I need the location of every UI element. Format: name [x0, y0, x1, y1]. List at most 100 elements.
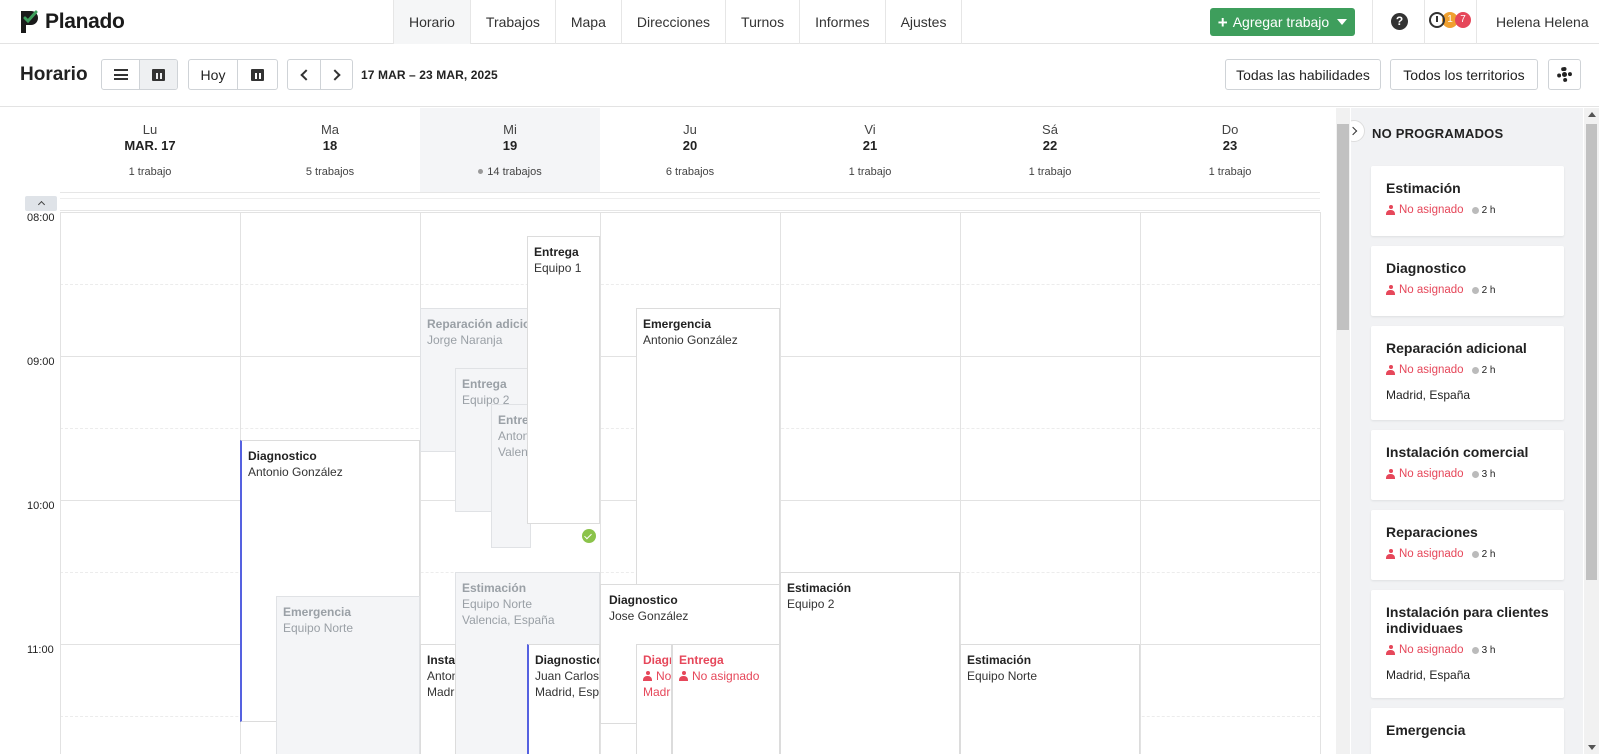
- card-assignee: No asignado: [1399, 548, 1464, 560]
- card-assignee: No asignado: [1399, 644, 1464, 656]
- card-duration: 2 h: [1472, 205, 1496, 216]
- job-assignee-text: No asignado: [656, 669, 672, 683]
- user-menu[interactable]: Helena Helena: [1496, 14, 1589, 30]
- day-number: 18: [322, 138, 338, 153]
- person-icon: [1386, 365, 1395, 375]
- unscheduled-title: NO PROGRAMADOS: [1372, 126, 1504, 141]
- tab-mapa[interactable]: Mapa: [556, 0, 622, 44]
- collapse-all-day-button[interactable]: [25, 196, 57, 211]
- day-job-count[interactable]: 1 trabajo: [780, 166, 960, 178]
- card-title: Instalación comercial: [1386, 444, 1529, 460]
- day-job-count[interactable]: 14 trabajos: [420, 166, 600, 178]
- scrollbar-thumb[interactable]: [1337, 124, 1349, 330]
- job-card[interactable]: Entrega Equipo 1: [527, 236, 600, 524]
- unscheduled-job-card[interactable]: Estimación No asignado 2 h: [1371, 166, 1564, 236]
- next-week-button[interactable]: [321, 60, 352, 89]
- column-line: [60, 212, 61, 754]
- unscheduled-job-card[interactable]: Reparaciones No asignado 2 h: [1371, 510, 1564, 580]
- card-title: Reparaciones: [1386, 524, 1478, 540]
- job-card[interactable]: Estimación Equipo Norte: [960, 644, 1140, 754]
- job-location: Madrid, España: [643, 685, 671, 699]
- unscheduled-panel: NO PROGRAMADOS Estimación No asignado 2 h…: [1351, 108, 1583, 754]
- time-grid: 08:00 09:00 10:00 11:00 Reparación adici…: [0, 212, 1321, 754]
- logo[interactable]: Planado: [18, 8, 125, 36]
- tab-turnos[interactable]: Turnos: [726, 0, 801, 44]
- previous-week-button[interactable]: [288, 60, 321, 89]
- day-header-thursday: Ju 20 6 trabajos: [600, 108, 780, 192]
- settings-button[interactable]: [1548, 59, 1581, 90]
- tab-horario[interactable]: Horario: [394, 0, 471, 44]
- help-icon[interactable]: ?: [1391, 13, 1408, 30]
- day-header-tuesday: Ma 18 5 trabajos: [240, 108, 420, 192]
- half-hour-line: [60, 284, 1320, 285]
- card-duration: 3 h: [1472, 469, 1496, 480]
- person-icon: [1386, 645, 1395, 655]
- card-duration: 3 h: [1472, 645, 1496, 656]
- unscheduled-job-card[interactable]: Reparación adicional No asignado 2 h Madr…: [1371, 326, 1564, 420]
- chevron-right-icon: [1351, 126, 1357, 136]
- unscheduled-job-card[interactable]: Diagnostico No asignado 2 h: [1371, 246, 1564, 316]
- card-location: Madrid, España: [1386, 668, 1471, 682]
- day-header-sunday: Do 23 1 trabajo: [1140, 108, 1320, 192]
- job-card[interactable]: Emergencia Antonio González: [636, 308, 780, 596]
- card-title: Reparación adicional: [1386, 340, 1527, 356]
- job-title: Estimación: [967, 653, 1032, 667]
- job-card[interactable]: Diagnostico Juan Carlos Madrid, España: [527, 644, 600, 754]
- day-job-count[interactable]: 1 trabajo: [960, 166, 1140, 178]
- today-button[interactable]: Hoy: [189, 60, 238, 89]
- job-card[interactable]: Instalación comercial Antonio González M…: [420, 644, 456, 754]
- card-duration: 2 h: [1472, 285, 1496, 296]
- scroll-up-icon[interactable]: [1588, 112, 1596, 117]
- day-header-monday: Lu MAR. 17 1 trabajo: [60, 108, 240, 192]
- calendar-view-button[interactable]: [140, 60, 177, 89]
- divider: [1424, 0, 1425, 44]
- scroll-down-icon[interactable]: [1588, 745, 1596, 750]
- day-job-count[interactable]: 6 trabajos: [600, 166, 780, 178]
- job-card[interactable]: Diagnostico No asignado Madrid, España: [636, 644, 672, 754]
- day-job-count[interactable]: 1 trabajo: [60, 166, 240, 178]
- day-number: MAR. 17: [124, 138, 176, 153]
- card-assignee: No asignado: [1399, 204, 1464, 216]
- tab-direcciones[interactable]: Direcciones: [622, 0, 727, 44]
- panel-scrollbar[interactable]: [1584, 108, 1599, 754]
- day-job-count[interactable]: 1 trabajo: [1140, 166, 1320, 178]
- skills-filter[interactable]: Todas las habilidades: [1225, 59, 1381, 90]
- job-card[interactable]: Emergencia Equipo Norte: [276, 596, 420, 754]
- list-icon: [113, 69, 128, 80]
- collapse-panel-button[interactable]: [1351, 120, 1365, 142]
- tab-trabajos[interactable]: Trabajos: [471, 0, 556, 44]
- tab-informes[interactable]: Informes: [800, 0, 886, 44]
- job-title: Entrega: [679, 653, 724, 667]
- week-calendar: Lu MAR. 17 1 trabajo Ma 18 5 trabajos Mi…: [0, 108, 1336, 754]
- person-icon: [1386, 205, 1395, 215]
- column-line: [1320, 212, 1321, 754]
- job-assignee: Jose González: [609, 609, 689, 623]
- date-range: 17 MAR – 23 MAR, 2025: [361, 68, 498, 82]
- job-card[interactable]: Entrega No asignado: [672, 644, 780, 754]
- day-header-saturday: Sá 22 1 trabajo: [960, 108, 1140, 192]
- divider: [1476, 0, 1477, 44]
- tab-ajustes[interactable]: Ajustes: [886, 0, 963, 44]
- job-card[interactable]: Entrega Antonio González Valencia, Españ…: [491, 404, 531, 548]
- job-assignee: Equipo Norte: [462, 597, 533, 611]
- unscheduled-job-card[interactable]: Instalación comercial No asignado 3 h: [1371, 430, 1564, 500]
- job-assignee: Antonio González: [248, 465, 343, 479]
- date-picker-button[interactable]: [238, 60, 277, 89]
- day-job-count[interactable]: 5 trabajos: [240, 166, 420, 178]
- job-title: Instalación comercial: [427, 653, 456, 667]
- schedule-toolbar: Horario Hoy 17 MAR – 23 MAR, 2025 Todas …: [0, 45, 1599, 107]
- calendar-icon: [152, 68, 165, 81]
- job-card[interactable]: Estimación Equipo 2: [780, 572, 960, 754]
- unscheduled-job-card[interactable]: Emergencia: [1371, 708, 1564, 754]
- list-view-button[interactable]: [102, 60, 140, 89]
- calendar-scrollbar[interactable]: [1336, 108, 1350, 754]
- territories-filter[interactable]: Todos los territorios: [1390, 59, 1538, 90]
- notification-badge-red: 7: [1455, 12, 1471, 28]
- unscheduled-job-card[interactable]: Instalación para clientes individuaes No…: [1371, 590, 1564, 698]
- job-title: Entrega: [462, 377, 507, 391]
- card-title: Diagnostico: [1386, 260, 1467, 276]
- notifications-button[interactable]: 1 7: [1429, 12, 1471, 28]
- add-job-button[interactable]: + Agregar trabajo: [1210, 8, 1355, 36]
- chevron-left-icon: [299, 68, 312, 81]
- scrollbar-thumb[interactable]: [1586, 124, 1597, 580]
